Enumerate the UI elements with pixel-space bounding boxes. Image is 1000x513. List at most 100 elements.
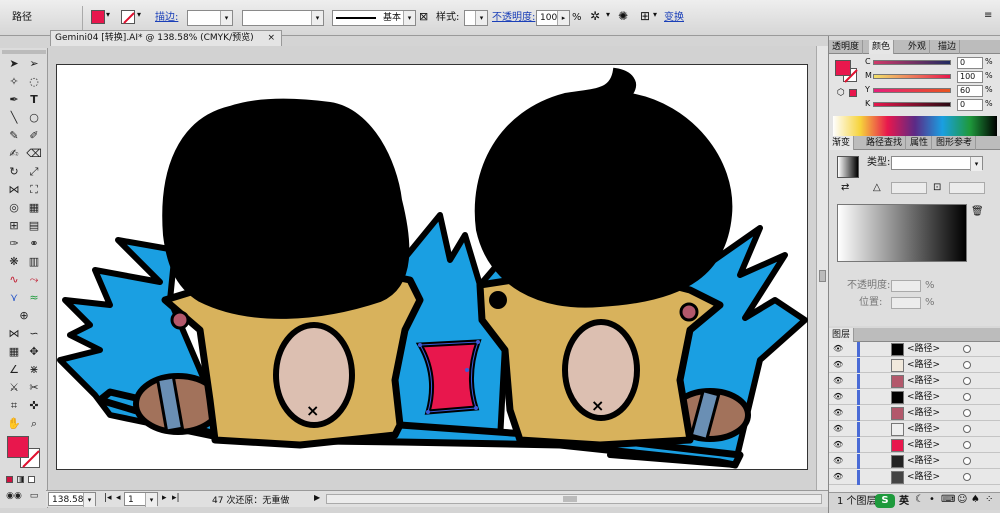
anchor-point[interactable] (476, 340, 480, 344)
tab-color[interactable]: 颜色 (869, 40, 895, 54)
prev-page-icon[interactable]: ◂ (116, 493, 121, 503)
layer-color-bar (857, 422, 860, 437)
color-spectrum[interactable] (833, 116, 997, 138)
zoom-field[interactable]: 138.58% ▾ (48, 492, 96, 507)
channel-c-value[interactable]: 0 (957, 57, 983, 69)
gradient-type-dropdown[interactable]: ▾ (891, 156, 983, 171)
eye-icon[interactable]: 👁 (833, 409, 843, 417)
channel-c-slider[interactable] (873, 60, 951, 65)
channel-y-value[interactable]: 60 (957, 85, 983, 97)
eye-icon[interactable]: 👁 (833, 425, 843, 433)
stop-position-field[interactable] (891, 297, 921, 309)
left-cheek[interactable] (170, 310, 190, 330)
user-icon[interactable]: ☺ (957, 494, 967, 505)
target-icon[interactable] (963, 441, 971, 449)
channel-m-label: M (865, 71, 872, 80)
target-icon[interactable] (963, 345, 971, 353)
target-icon[interactable] (963, 377, 971, 385)
target-icon[interactable] (963, 473, 971, 481)
tab-pathfinder[interactable]: 路径查找 (863, 136, 907, 150)
anchor-point[interactable] (465, 368, 469, 372)
center-red-shape[interactable] (415, 339, 482, 415)
tab-graphic-ref[interactable]: 图形参考 (933, 136, 977, 150)
language-label[interactable]: 英 (899, 495, 909, 509)
layer-row[interactable]: 👁 <路径> (829, 342, 1000, 357)
tab-appearance[interactable]: 外观 (905, 40, 931, 54)
next-page-icon[interactable]: ▸ (162, 493, 167, 503)
trash-icon[interactable]: 🗑 (971, 206, 984, 217)
angle-icon[interactable]: △ (873, 182, 881, 193)
channel-k-slider[interactable] (873, 102, 951, 107)
gradient-slider-preview[interactable] (837, 204, 967, 262)
percent-sign: % (985, 85, 993, 94)
stop-opacity-field[interactable] (891, 280, 921, 292)
channel-k-value[interactable]: 0 (957, 99, 983, 111)
layer-row[interactable]: 👁 <路径> (829, 374, 1000, 389)
gradient-panel: 类型: ▾ ⇄ △ ⊡ 🗑 不透明度: % 位置: % (829, 150, 1000, 326)
right-cheek[interactable] (679, 302, 699, 322)
tab-attributes[interactable]: 属性 (907, 136, 933, 150)
target-icon[interactable] (963, 361, 971, 369)
tab-stroke[interactable]: 描边 (935, 40, 961, 54)
gamut-swatch[interactable] (849, 89, 857, 97)
menu-icon[interactable]: ≡ (984, 10, 992, 21)
first-page-icon[interactable]: |◂ (104, 493, 112, 503)
eye-icon[interactable]: 👁 (833, 457, 843, 465)
layer-row[interactable]: 👁 <路径> (829, 406, 1000, 421)
angle-field[interactable] (891, 182, 927, 194)
scroll-thumb[interactable] (819, 270, 826, 282)
target-icon[interactable] (963, 393, 971, 401)
eye-icon[interactable]: 👁 (833, 377, 843, 385)
layer-row[interactable]: 👁 <路径> (829, 470, 1000, 485)
left-hair[interactable] (162, 98, 410, 319)
layer-color-bar (857, 454, 860, 469)
anchor-point[interactable] (418, 343, 422, 347)
gradient-preview[interactable] (837, 156, 859, 178)
eye-icon[interactable]: 👁 (833, 441, 843, 449)
eye-icon[interactable]: 👁 (833, 345, 843, 353)
anchor-point[interactable] (474, 406, 478, 410)
artwork[interactable]: × × (0, 0, 828, 490)
channel-m-slider[interactable] (873, 74, 951, 79)
tab-transparency[interactable]: 透明度 (829, 40, 864, 54)
fill-color-box[interactable] (7, 436, 29, 458)
layer-row[interactable]: 👁 <路径> (829, 454, 1000, 469)
target-icon[interactable] (963, 409, 971, 417)
reverse-gradient-icon[interactable]: ⇄ (841, 182, 849, 193)
eye-icon[interactable]: 👁 (833, 473, 843, 481)
scroll-thumb[interactable] (563, 496, 577, 502)
layer-row[interactable]: 👁 <路径> (829, 390, 1000, 405)
dot-icon[interactable]: • (929, 494, 935, 505)
layer-row[interactable]: 👁 <路径> (829, 422, 1000, 437)
draw-normal-icon[interactable]: ◉◉ (4, 488, 24, 504)
grid-icon[interactable]: ⁘ (985, 494, 993, 505)
right-hair[interactable] (474, 67, 733, 308)
status-menu-icon[interactable]: ▶ (314, 493, 320, 502)
last-page-icon[interactable]: ▸| (172, 493, 180, 503)
shirt-icon[interactable]: ♠ (971, 494, 980, 505)
page-field[interactable]: 1 ▾ (124, 492, 158, 507)
channel-m-value[interactable]: 100 (957, 71, 983, 83)
screen-mode-icon[interactable]: ▭ (24, 488, 44, 504)
right-eye[interactable] (489, 291, 507, 309)
cube-icon[interactable]: ⬡ (837, 88, 845, 98)
aspect-field[interactable] (949, 182, 985, 194)
eye-icon[interactable]: 👁 (833, 393, 843, 401)
panel-fill-swatch[interactable] (835, 60, 851, 76)
channel-y-slider[interactable] (873, 88, 951, 93)
anchor-point[interactable] (426, 410, 430, 414)
layer-row[interactable]: 👁 <路径> (829, 358, 1000, 373)
aspect-ratio-icon[interactable]: ⊡ (933, 182, 941, 193)
vertical-scrollbar[interactable] (816, 46, 828, 490)
undo-status: 47 次还原：无重做 (212, 496, 290, 506)
target-icon[interactable] (963, 457, 971, 465)
target-icon[interactable] (963, 425, 971, 433)
input-method-icon[interactable]: S (875, 494, 895, 508)
moon-icon[interactable]: ☾ (915, 494, 924, 505)
layer-row[interactable]: 👁 <路径> (829, 438, 1000, 453)
keyboard-icon[interactable]: ⌨ (941, 494, 955, 505)
tab-layers[interactable]: 图层 (829, 328, 855, 342)
tab-gradient[interactable]: 渐变 (829, 136, 855, 150)
eye-icon[interactable]: 👁 (833, 361, 843, 369)
horizontal-scrollbar[interactable] (326, 494, 822, 504)
